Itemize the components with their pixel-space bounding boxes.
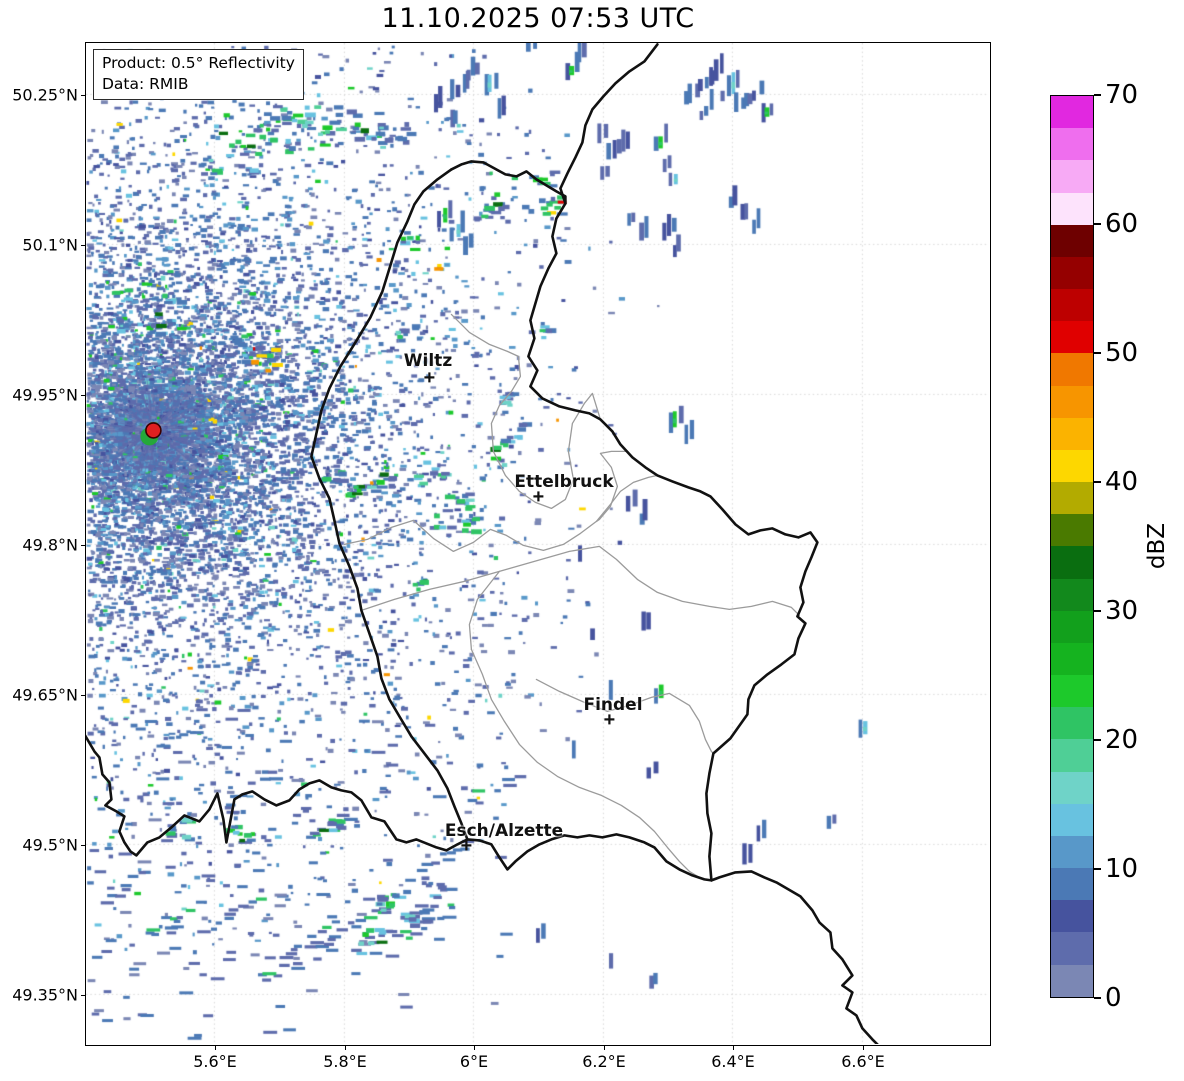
colorbar-segment <box>1051 353 1093 386</box>
x-tick-label: 6°E <box>459 1052 489 1071</box>
colorbar-tick-label: 0 <box>1105 983 1122 1013</box>
colorbar-segment <box>1051 128 1093 161</box>
x-tick-label: 6.6°E <box>841 1052 885 1071</box>
colorbar-segment <box>1051 900 1093 933</box>
colorbar-segment <box>1051 610 1093 643</box>
product-info-line1: Product: 0.5° Reflectivity <box>102 54 295 72</box>
colorbar-segment <box>1051 417 1093 450</box>
colorbar-tick-label: 30 <box>1105 596 1139 626</box>
colorbar-segment <box>1051 546 1093 579</box>
colorbar-segment <box>1051 932 1093 965</box>
x-tick-mark <box>604 1046 606 1050</box>
city-label: Ettelbruck <box>514 472 614 492</box>
radar-figure: 11.10.2025 07:53 UTC Product: 0.5° Refle… <box>0 0 1184 1081</box>
y-tick-label: 49.35°N <box>12 985 78 1005</box>
colorbar-segment <box>1051 449 1093 483</box>
city-label: Esch/Alzette <box>444 821 564 841</box>
colorbar-segment <box>1051 256 1093 290</box>
colorbar-segment <box>1051 482 1093 515</box>
product-info-line2: Data: RMIB <box>102 74 189 93</box>
colorbar <box>1050 95 1094 998</box>
colorbar-segment <box>1051 868 1093 901</box>
y-tick-label: 49.8°N <box>22 535 78 555</box>
colorbar-segment <box>1051 385 1093 418</box>
y-tick-mark <box>81 695 85 697</box>
colorbar-segment <box>1051 224 1093 257</box>
y-tick-label: 50.1°N <box>22 235 78 255</box>
colorbar-segment <box>1051 803 1093 836</box>
colorbar-segment <box>1051 964 1093 997</box>
y-tick-mark <box>81 395 85 397</box>
product-info-box: Product: 0.5° Reflectivity Data: RMIB <box>93 49 304 100</box>
map-plot-area: Product: 0.5° Reflectivity Data: RMIB Wi… <box>85 42 991 1046</box>
colorbar-tick-mark <box>1094 997 1101 999</box>
x-tick-label: 5.8°E <box>323 1052 367 1071</box>
x-tick-mark <box>345 1046 347 1050</box>
colorbar-tick-label: 10 <box>1105 854 1139 884</box>
colorbar-tick-mark <box>1094 481 1101 483</box>
colorbar-segment <box>1051 514 1093 547</box>
city-label: Wiltz <box>403 351 453 371</box>
x-tick-mark <box>733 1046 735 1050</box>
colorbar-segment <box>1051 578 1093 611</box>
city-label: Findel <box>583 695 643 715</box>
colorbar-axis-label: dBZ <box>1144 522 1170 570</box>
colorbar-tick-label: 40 <box>1105 467 1139 497</box>
colorbar-tick-mark <box>1094 868 1101 870</box>
y-tick-mark <box>81 95 85 97</box>
y-tick-mark <box>81 995 85 997</box>
colorbar-segment <box>1051 192 1093 225</box>
x-tick-label: 6.4°E <box>711 1052 755 1071</box>
colorbar-segment <box>1051 321 1093 354</box>
colorbar-segment <box>1051 835 1093 869</box>
radar-echo-canvas <box>86 43 989 1044</box>
x-tick-mark <box>863 1046 865 1050</box>
colorbar-segment <box>1051 642 1093 676</box>
x-tick-label: 6.2°E <box>582 1052 626 1071</box>
y-tick-label: 49.95°N <box>12 385 78 405</box>
y-tick-label: 49.5°N <box>22 835 78 855</box>
colorbar-segment <box>1051 160 1093 193</box>
colorbar-segment <box>1051 289 1093 322</box>
y-tick-mark <box>81 545 85 547</box>
colorbar-tick-mark <box>1094 94 1101 96</box>
colorbar-segment <box>1051 739 1093 772</box>
y-tick-mark <box>81 845 85 847</box>
colorbar-tick-mark <box>1094 610 1101 612</box>
figure-title: 11.10.2025 07:53 UTC <box>381 3 695 34</box>
colorbar-tick-mark <box>1094 223 1101 225</box>
colorbar-segment <box>1051 771 1093 804</box>
y-tick-label: 49.65°N <box>12 685 78 705</box>
colorbar-tick-mark <box>1094 352 1101 354</box>
x-tick-mark <box>474 1046 476 1050</box>
colorbar-segment <box>1051 96 1093 129</box>
colorbar-segment <box>1051 675 1093 708</box>
x-tick-mark <box>215 1046 217 1050</box>
colorbar-segment <box>1051 707 1093 740</box>
x-tick-label: 5.6°E <box>193 1052 237 1071</box>
colorbar-tick-label: 20 <box>1105 725 1139 755</box>
colorbar-tick-mark <box>1094 739 1101 741</box>
y-tick-mark <box>81 245 85 247</box>
colorbar-tick-label: 60 <box>1105 209 1139 239</box>
colorbar-tick-label: 50 <box>1105 338 1139 368</box>
colorbar-tick-label: 70 <box>1105 80 1139 110</box>
y-tick-label: 50.25°N <box>12 85 78 105</box>
